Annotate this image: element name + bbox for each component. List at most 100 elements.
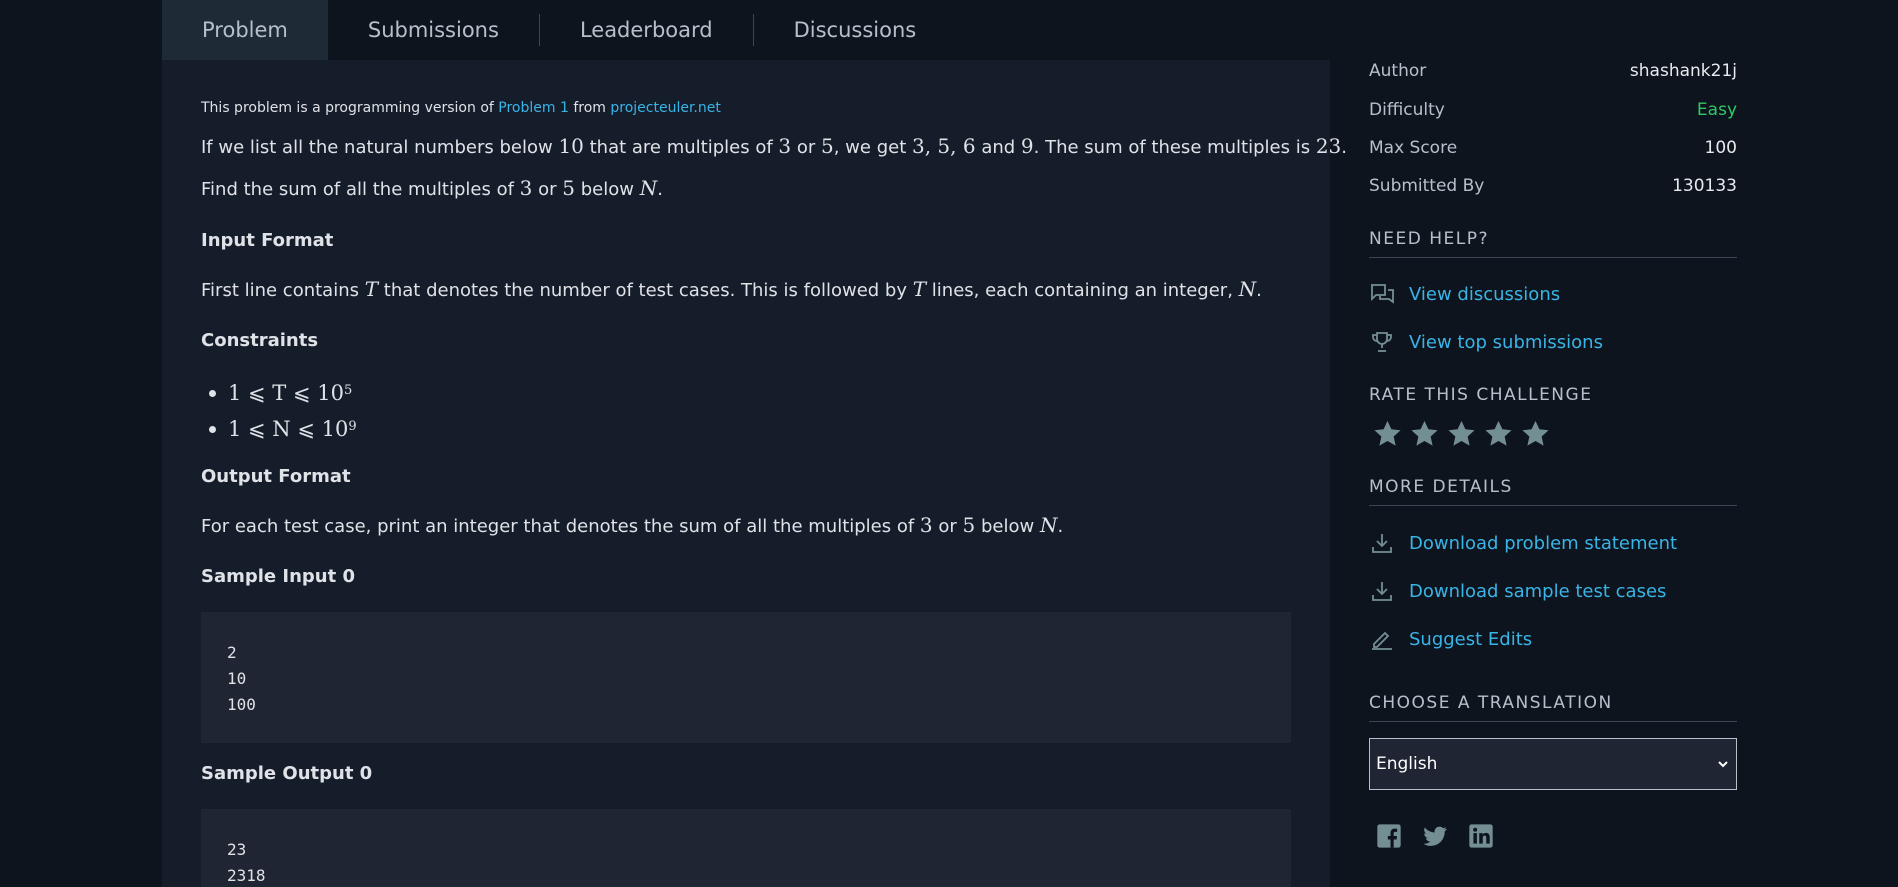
- translation-select[interactable]: English: [1369, 738, 1737, 790]
- star-icon[interactable]: [1410, 419, 1439, 448]
- sample-input-heading: Sample Input 0: [201, 566, 356, 587]
- translation-title: CHOOSE A TRANSLATION: [1369, 693, 1737, 722]
- constraints-list: 1 ⩽ T ⩽ 10 5 1 ⩽ N ⩽ 10 9: [201, 375, 357, 447]
- sample-input-block[interactable]: 2 10 100: [201, 612, 1291, 743]
- meta-submitted-by: Submitted By 130133: [1369, 176, 1737, 196]
- text: First line contains: [201, 280, 365, 301]
- tab-label: Leaderboard: [579, 18, 713, 42]
- source-line: This problem is a programming version of…: [201, 100, 721, 116]
- math: 3, 5, 6: [911, 134, 976, 158]
- math: T: [364, 277, 379, 301]
- need-help-title: NEED HELP?: [1369, 229, 1737, 258]
- tab-label: Problem: [202, 18, 288, 42]
- math: 3: [778, 134, 792, 158]
- download-sample-test-cases-link[interactable]: Download sample test cases: [1369, 578, 1666, 604]
- download-icon: [1369, 578, 1395, 604]
- meta-author: Author shashank21j: [1369, 61, 1737, 81]
- input-format-text: First line contains T that denotes the n…: [201, 277, 1262, 301]
- intro-paragraph-2: Find the sum of all the multiples of 3 o…: [201, 176, 663, 200]
- meta-key: Submitted By: [1369, 176, 1485, 196]
- tab-leaderboard[interactable]: Leaderboard: [540, 0, 753, 60]
- text: or: [932, 516, 963, 537]
- math: 5: [962, 513, 976, 537]
- submitted-by-link[interactable]: 130133: [1672, 176, 1737, 196]
- projecteuler-link[interactable]: projecteuler.net: [610, 100, 720, 116]
- source-prefix: This problem is a programming version of: [201, 100, 499, 116]
- sample-output-heading: Sample Output 0: [201, 763, 373, 784]
- suggest-edits-link[interactable]: Suggest Edits: [1369, 626, 1532, 652]
- tab-discussions[interactable]: Discussions: [754, 0, 957, 60]
- star-rating: [1373, 419, 1550, 448]
- text: . The sum of these multiples is: [1033, 137, 1316, 158]
- math: 5: [821, 134, 834, 158]
- math: N: [639, 176, 658, 200]
- constraint-item: 1 ⩽ T ⩽ 10 5: [201, 375, 357, 411]
- tab-label: Submissions: [367, 18, 499, 42]
- text: that are multiples of: [583, 137, 779, 158]
- view-discussions-link[interactable]: View discussions: [1369, 281, 1560, 307]
- selected-language: English: [1376, 754, 1438, 774]
- math: 10: [558, 134, 584, 158]
- meta-key: Max Score: [1369, 138, 1458, 158]
- star-icon[interactable]: [1373, 419, 1402, 448]
- view-top-submissions-link[interactable]: View top submissions: [1369, 329, 1603, 355]
- math: 23: [1315, 134, 1342, 158]
- more-details-title: MORE DETAILS: [1369, 477, 1737, 506]
- constraint-exponent: 5: [343, 382, 353, 398]
- constraint-expr: 1 ⩽ T ⩽ 10: [228, 381, 344, 405]
- code-line: 10: [227, 669, 247, 688]
- input-format-heading: Input Format: [201, 230, 334, 251]
- math: 5: [562, 176, 575, 200]
- sample-output-block[interactable]: 23 2318: [201, 809, 1291, 887]
- linkedin-icon[interactable]: [1467, 822, 1495, 850]
- text: .: [1057, 516, 1064, 537]
- math: N: [1238, 277, 1257, 301]
- text: that denotes the number of test cases. T…: [378, 280, 913, 301]
- math: T: [912, 277, 927, 301]
- code-line: 23: [227, 840, 247, 859]
- trophy-icon: [1369, 329, 1395, 355]
- problem-panel: This problem is a programming version of…: [162, 60, 1347, 887]
- tab-label: Discussions: [793, 18, 917, 42]
- max-score-value: 100: [1704, 138, 1737, 158]
- constraints-heading: Constraints: [201, 330, 319, 351]
- constraint-expr: 1 ⩽ N ⩽ 10: [228, 417, 349, 441]
- code-line: 100: [227, 695, 256, 714]
- code-line: 2: [227, 643, 237, 662]
- text: Find the sum of all the multiples of: [201, 179, 520, 200]
- constraint-exponent: 9: [348, 418, 357, 434]
- text: or: [532, 179, 563, 200]
- facebook-icon[interactable]: [1375, 822, 1403, 850]
- social-share: [1375, 822, 1495, 850]
- challenge-tabs: Problem Submissions Leaderboard Discussi…: [162, 0, 956, 60]
- download-problem-statement-link[interactable]: Download problem statement: [1369, 530, 1677, 556]
- star-icon[interactable]: [1484, 419, 1513, 448]
- link-label: View top submissions: [1409, 331, 1603, 353]
- star-icon[interactable]: [1521, 419, 1550, 448]
- text: For each test case, print an integer tha…: [201, 516, 920, 537]
- text: .: [1256, 280, 1262, 301]
- text: below: [975, 516, 1040, 537]
- math: 9: [1020, 134, 1034, 158]
- star-icon[interactable]: [1447, 419, 1476, 448]
- twitter-icon[interactable]: [1421, 822, 1449, 850]
- problem-1-link[interactable]: Problem 1: [498, 100, 569, 116]
- tab-problem[interactable]: Problem: [162, 0, 328, 60]
- chevron-down-icon: [1716, 754, 1730, 774]
- tab-submissions[interactable]: Submissions: [328, 0, 539, 60]
- rate-title: RATE THIS CHALLENGE: [1369, 385, 1593, 405]
- output-format-heading: Output Format: [201, 466, 351, 487]
- text: .: [657, 179, 663, 200]
- intro-paragraph-1: If we list all the natural numbers below…: [201, 134, 1347, 158]
- constraint-item: 1 ⩽ N ⩽ 10 9: [201, 411, 357, 447]
- link-label: Download problem statement: [1409, 532, 1678, 554]
- bullet: [209, 425, 216, 433]
- output-format-text: For each test case, print an integer tha…: [201, 513, 1063, 537]
- text: below: [575, 179, 640, 200]
- link-label: Suggest Edits: [1409, 628, 1533, 650]
- link-label: Download sample test cases: [1409, 580, 1667, 602]
- math: 3: [919, 513, 933, 537]
- author-link[interactable]: shashank21j: [1630, 61, 1737, 81]
- text: .: [1341, 137, 1348, 158]
- link-label: View discussions: [1409, 283, 1561, 305]
